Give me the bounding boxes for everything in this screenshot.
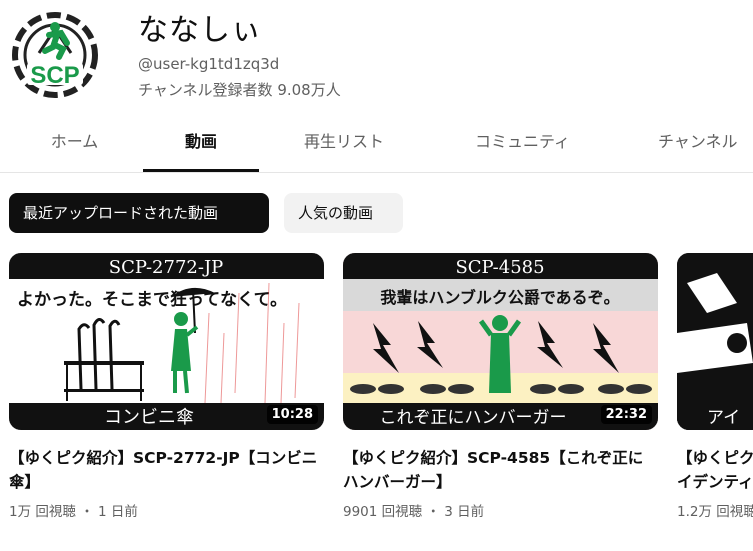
video-thumbnail[interactable]: アイ [677,253,753,430]
tab-channels[interactable]: チャンネル [640,118,753,170]
view-count: 9901 回視聴 [343,504,423,520]
scp-logo-icon: SCP [10,10,100,100]
meta-separator: ・ [80,504,94,520]
video-meta: 1万 回視聴 ・ 1 日前 [9,500,324,520]
video-duration: 22:32 [600,405,652,424]
tab-home[interactable]: ホーム [18,118,131,170]
logo-text: SCP [30,62,79,89]
chip-popular[interactable]: 人気の動画 [284,193,403,233]
thumb-footer: コンビニ傘 [104,407,194,428]
view-count: 1.2万 回視聴 [677,504,753,520]
video-title[interactable]: 【ゆくピク紹介】SCP-2772-JP【コンビニ傘】 [9,446,324,494]
video-thumbnail[interactable]: SCP-2772-JP よかった。そこまで狂ってなくて。 コンビニ傘 10:28 [9,253,324,430]
thumb-footer: これぞ正にハンバーガー [380,408,567,428]
thumb-caption: 我輩はハンブルク公爵であるぞ。 [380,288,619,307]
title-line: 【ゆくピク [677,449,753,467]
view-count: 1万 回視聴 [9,504,76,520]
video-meta: 9901 回視聴 ・ 3 日前 [343,500,658,520]
tab-community[interactable]: コミュニティ [455,118,590,170]
thumb-footer: アイ [707,408,740,428]
video-title[interactable]: 【ゆくピク紹介】SCP-4585【これぞ正にハンバーガー】 [343,446,658,494]
upload-age: 3 日前 [444,504,485,520]
video-title[interactable]: 【ゆくピク イデンティ [677,446,753,494]
video-duration: 10:28 [266,405,318,424]
tab-playlists[interactable]: 再生リスト [285,118,403,170]
video-thumbnail[interactable]: SCP-4585 我輩はハンブルク公爵であるぞ。 これぞ正にハンバーガー 22:… [343,253,658,430]
channel-name: ななしぃ [138,13,262,48]
thumbnail-image: SCP-2772-JP よかった。そこまで狂ってなくて。 コンビニ傘 [9,253,324,430]
thumbnail-image: アイ [677,253,753,430]
thumb-caption: よかった。そこまで狂ってなくて。 [17,290,287,310]
video-card[interactable]: SCP-4585 我輩はハンブルク公爵であるぞ。 これぞ正にハンバーガー 22:… [343,253,658,520]
upload-age: 1 日前 [97,504,138,520]
video-card[interactable]: SCP-2772-JP よかった。そこまで狂ってなくて。 コンビニ傘 10:28… [9,253,324,520]
video-card[interactable]: アイ 【ゆくピク イデンティ 1.2万 回視聴 [677,253,753,520]
thumb-header: SCP-4585 [455,257,544,278]
subscriber-count: チャンネル登録者数 9.08万人 [138,81,341,99]
thumbnail-image: SCP-4585 我輩はハンブルク公爵であるぞ。 これぞ正にハンバーガー [343,253,658,430]
chip-recently-uploaded[interactable]: 最近アップロードされた動画 [9,193,269,233]
tab-videos[interactable]: 動画 [143,118,259,172]
channel-handle: @user-kg1td1zq3d [138,55,280,73]
channel-tabs: ホーム 動画 再生リスト コミュニティ チャンネル [0,118,753,173]
meta-separator: ・ [426,504,440,520]
video-meta: 1.2万 回視聴 [677,500,753,520]
title-line: イデンティ [677,473,753,491]
thumb-header: SCP-2772-JP [109,257,224,278]
channel-avatar[interactable]: SCP [9,9,101,101]
